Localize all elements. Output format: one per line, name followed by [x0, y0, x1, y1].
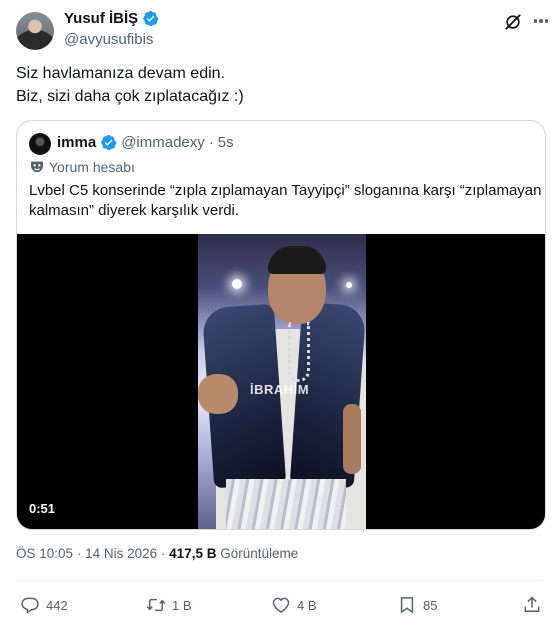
- stage-light: [346, 282, 352, 288]
- quote-separator: ·: [208, 134, 214, 151]
- performer-chain: [288, 322, 310, 382]
- bookmark-icon: [400, 597, 414, 614]
- quote-display-name[interactable]: imma: [57, 134, 96, 151]
- performer-hair: [268, 246, 326, 274]
- video-frame: İBRAHİM: [198, 234, 366, 529]
- repost-button[interactable]: 1 B: [146, 592, 192, 618]
- tweet-text-line: Biz, sizi daha çok zıplatacağız :): [16, 88, 244, 105]
- tweet: Yusuf İBİŞ @avyusufibis Siz havlamanıza …: [0, 0, 559, 626]
- quote-time[interactable]: 5s: [218, 134, 234, 151]
- quote-text-line: kalmasın” diyerek karşılık verdi.: [29, 202, 240, 219]
- video-duration: 0:51: [29, 501, 56, 516]
- divider: [16, 580, 543, 581]
- mask-icon: [31, 161, 43, 173]
- tweet-meta: ÖS 10:05 · 14 Nis 2026 · 417,5 B Görüntü…: [16, 546, 298, 561]
- reply-count: 442: [46, 597, 68, 613]
- verified-badge-icon: [101, 134, 117, 151]
- meta-dot: ·: [160, 546, 166, 561]
- performer-arm: [198, 374, 238, 414]
- author-avatar[interactable]: [16, 12, 54, 50]
- commentary-badge-label: Yorum hesabı: [49, 159, 135, 175]
- tweet-time[interactable]: ÖS 10:05: [16, 546, 73, 561]
- like-count: 4 B: [297, 597, 317, 613]
- author-handle[interactable]: @avyusufibis: [64, 31, 153, 48]
- quote-handle[interactable]: @immadexy: [121, 134, 205, 151]
- verified-badge-icon: [143, 10, 159, 27]
- video-watermark: İBRAHİM: [250, 382, 310, 397]
- grok-icon[interactable]: [503, 12, 523, 32]
- repost-count: 1 B: [172, 597, 192, 613]
- stage-light: [232, 279, 242, 289]
- views-count: 417,5 B: [169, 546, 217, 561]
- share-icon: [524, 596, 540, 612]
- author-name-row: Yusuf İBİŞ: [64, 10, 159, 27]
- commentary-badge: Yorum hesabı: [29, 159, 135, 175]
- reply-button[interactable]: 442: [20, 592, 68, 618]
- video-player[interactable]: İBRAHİM 0:51: [17, 234, 545, 529]
- like-icon: [272, 597, 290, 613]
- author-display-name[interactable]: Yusuf İBİŞ: [64, 10, 138, 27]
- performer-arm: [343, 404, 361, 474]
- reply-icon: [21, 597, 39, 614]
- like-button[interactable]: 4 B: [271, 592, 317, 618]
- share-button[interactable]: [522, 592, 542, 618]
- more-icon[interactable]: [530, 10, 552, 32]
- meta-dot: ·: [76, 546, 82, 561]
- bookmark-button[interactable]: 85: [397, 592, 437, 618]
- bookmark-count: 85: [423, 597, 438, 613]
- tweet-text-line: Siz havlamanıza devam edin.: [16, 65, 225, 82]
- quote-text-line: Lvbel C5 konserinde “zıpla zıplamayan Ta…: [29, 182, 542, 199]
- action-bar: 442 1 B 4 B 85: [0, 592, 559, 618]
- quote-name-row: imma @immadexy · 5s: [57, 134, 234, 151]
- tweet-text: Siz havlamanıza devam edin. Biz, sizi da…: [16, 62, 536, 108]
- repost-icon: [146, 598, 166, 612]
- quote-avatar[interactable]: [29, 133, 51, 155]
- performer-jeans: [226, 479, 346, 529]
- views-label: Görüntüleme: [220, 546, 299, 561]
- quoted-tweet[interactable]: imma @immadexy · 5s Yorum hesabı Lvbel C…: [16, 120, 546, 530]
- quote-text: Lvbel C5 konserinde “zıpla zıplamayan Ta…: [29, 181, 542, 221]
- tweet-date[interactable]: 14 Nis 2026: [85, 546, 157, 561]
